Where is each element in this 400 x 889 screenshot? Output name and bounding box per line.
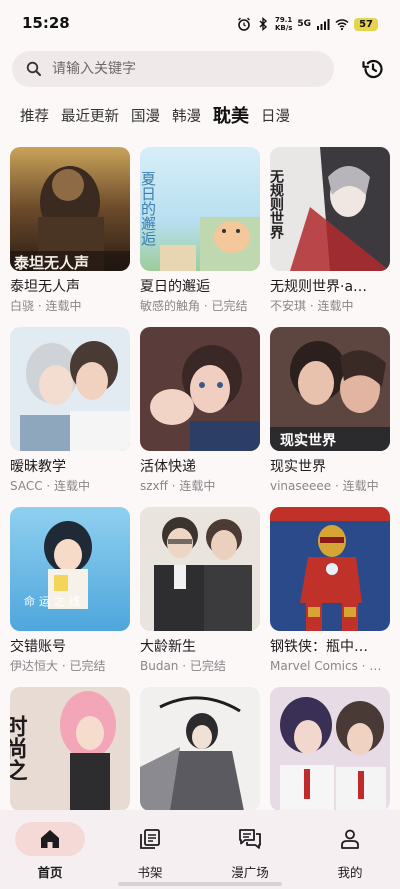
comic-card[interactable] [140,687,260,811]
comic-title: 现实世界 [270,459,326,475]
alarm-icon [237,17,250,31]
comic-title: 大龄新生 [140,639,196,655]
comic-cover[interactable] [270,687,390,811]
cover-text: 时尚之 [10,715,28,781]
comic-cover[interactable]: 时尚之 [10,687,130,811]
wifi-icon [335,19,349,31]
search-row [12,51,388,87]
category-tabs: 推荐 最近更新 国漫 韩漫 耽美 日漫 [20,104,302,130]
signal-icon [317,19,330,30]
nav-bookshelf-pill[interactable] [115,822,185,856]
tab-bl[interactable]: 耽美 [213,104,249,130]
comic-card[interactable]: 泰坦无人声 泰坦无人声 白骁 · 连载中 [10,147,130,315]
bookshelf-icon [140,829,160,849]
nav-profile-pill[interactable] [315,822,385,856]
comic-subtitle: 不安琪 · 连载中 [270,299,354,313]
cover-text: 夏日的邂逅 [140,171,157,247]
tab-chinese-comics[interactable]: 国漫 [131,104,160,130]
status-icons: 79.1 KB/s 5G 57 [237,14,378,34]
comic-card[interactable] [270,687,390,811]
search-icon [26,61,41,76]
chat-bubbles-icon [239,829,261,849]
comic-card[interactable]: 活体快递 szxff · 连载中 [140,327,260,495]
comic-cover[interactable] [140,327,260,451]
nav-profile[interactable]: 我的 [300,822,400,881]
tab-japanese-comics[interactable]: 日漫 [261,104,290,130]
comic-cover[interactable]: 现实世界 [270,327,390,451]
search-input[interactable] [52,61,312,77]
comic-card[interactable]: 现实世界 现实世界 vinaseeee · 连载中 [270,327,390,495]
nav-profile-label: 我的 [337,865,363,880]
comic-subtitle: vinaseeee · 连载中 [270,479,379,493]
cover-text: 现实世界 [280,432,337,449]
nav-home[interactable]: 首页 [0,822,100,881]
comic-cover[interactable] [270,507,390,631]
net-speed-value: 79.1 [275,16,293,24]
comic-title: 交错账号 [10,639,66,655]
tab-recommend[interactable]: 推荐 [20,104,49,130]
comic-title: 钢铁侠：瓶中… [270,639,368,655]
comic-cover[interactable] [140,687,260,811]
comic-card[interactable]: 无规则世界 无规则世界·a… 不安琪 · 连载中 [270,147,390,315]
bottom-nav: 首页 书架 漫广场 我的 [0,810,400,889]
cover-text: 无规则世界 [270,169,285,240]
comic-title: 无规则世界·a… [270,279,368,295]
person-icon [341,829,359,849]
comic-subtitle: SACC · 连载中 [10,479,91,493]
nav-plaza[interactable]: 漫广场 [200,822,300,881]
comic-cover[interactable] [10,327,130,451]
comic-cover[interactable]: 无规则世界 [270,147,390,271]
comic-card[interactable]: 时尚之 [10,687,130,811]
nav-home-pill[interactable] [15,822,85,856]
comic-subtitle: Marvel Comics · 已完结 [270,659,390,673]
comic-title: 暧昧教学 [10,459,66,475]
comic-subtitle: Budan · 已完结 [140,659,226,673]
status-bar: 15:28 79.1 KB/s 5G 57 [0,0,400,48]
nav-plaza-label: 漫广场 [231,865,269,880]
nav-bookshelf-label: 书架 [137,865,163,880]
comic-title: 泰坦无人声 [10,279,80,295]
history-icon [362,59,383,79]
network-type: 5G [297,19,312,29]
home-indicator [118,882,282,886]
bluetooth-icon [259,17,267,31]
nav-home-label: 首页 [37,865,63,880]
history-button[interactable] [360,56,386,82]
battery-level: 57 [354,17,378,31]
cover-text: 泰坦无人声 [13,254,89,271]
net-speed: 79.1 KB/s [275,16,292,32]
comic-cover[interactable]: 泰坦无人声 [10,147,130,271]
comic-title: 夏日的邂逅 [140,279,210,295]
comic-subtitle: 敏感的触角 · 已完结 [140,299,248,313]
comic-cover[interactable]: 命运之线 [10,507,130,631]
comic-cover[interactable] [140,507,260,631]
nav-bookshelf[interactable]: 书架 [100,822,200,881]
comic-subtitle: 伊达恒大 · 已完结 [10,659,106,673]
comic-card[interactable]: 命运之线 交错账号 伊达恒大 · 已完结 [10,507,130,675]
comic-subtitle: 白骁 · 连载中 [10,299,82,313]
tab-recent-updates[interactable]: 最近更新 [61,104,119,130]
comic-subtitle: szxff · 连载中 [140,479,216,493]
net-speed-unit: KB/s [274,24,293,32]
comic-card[interactable]: 钢铁侠：瓶中… Marvel Comics · 已完结 [270,507,390,675]
comic-title: 活体快递 [140,459,196,475]
search-box[interactable] [12,51,334,87]
nav-plaza-pill[interactable] [215,822,285,856]
status-time: 15:28 [22,14,70,32]
tab-korean-comics[interactable]: 韩漫 [172,104,201,130]
home-icon [41,830,59,848]
comic-card[interactable]: 暧昧教学 SACC · 连载中 [10,327,130,495]
cover-text: 命运之线 [24,594,84,608]
comic-card[interactable]: 大龄新生 Budan · 已完结 [140,507,260,675]
comic-cover[interactable]: 夏日的邂逅 [140,147,260,271]
comic-card[interactable]: 夏日的邂逅 夏日的邂逅 敏感的触角 · 已完结 [140,147,260,315]
